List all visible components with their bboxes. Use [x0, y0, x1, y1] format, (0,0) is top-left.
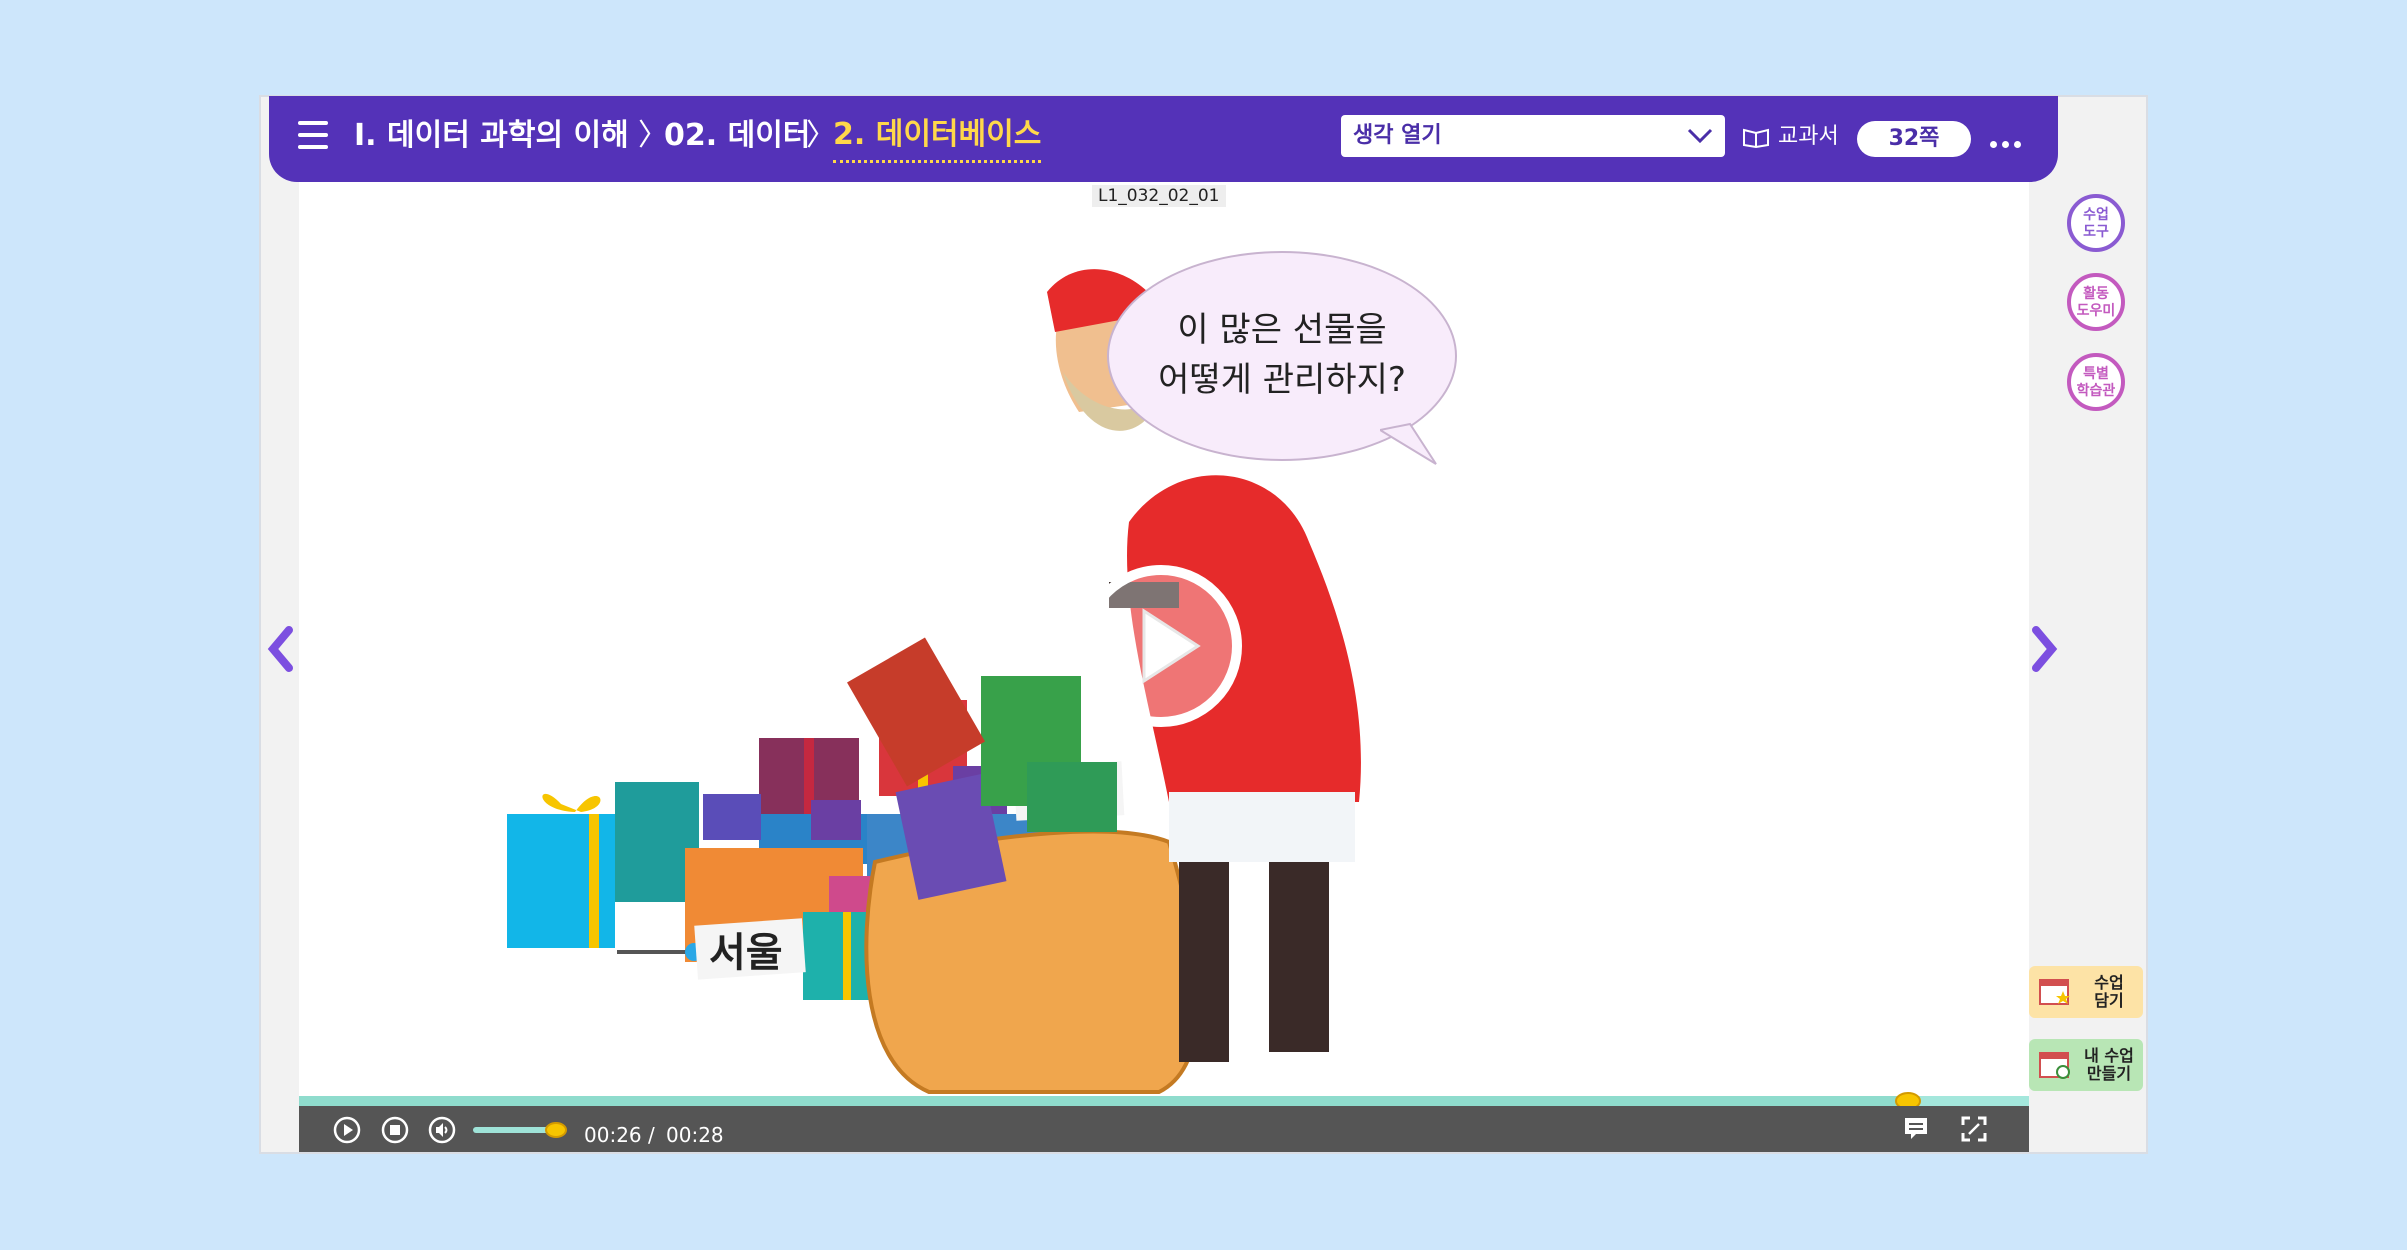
breadcrumb-item-current[interactable]: 2. 데이터베이스 [833, 116, 1042, 163]
class-tools-button[interactable]: 수업 도구 [2067, 194, 2125, 252]
chevron-down-icon [1687, 128, 1713, 144]
special-learning-label-2: 학습관 [2076, 383, 2116, 399]
save-lesson-label-2: 담기 [2094, 991, 2124, 1010]
calendar-add-icon [2039, 1052, 2070, 1079]
save-lesson-label-1: 수업 [2094, 973, 2124, 992]
video-progress-fill [299, 1096, 1908, 1106]
breadcrumb-item-chapter[interactable]: 02. 데이터 [664, 114, 810, 158]
play-video-icon[interactable] [1078, 563, 1244, 729]
textbook-button[interactable]: 교과서 [1742, 119, 1839, 155]
volume-handle-icon[interactable] [543, 1120, 569, 1140]
breadcrumb-item-unit[interactable]: Ⅰ. 데이터 과학의 이해 [354, 114, 629, 158]
total-time: 00:28 [666, 1123, 724, 1147]
save-lesson-button[interactable]: 수업 담기 [2029, 966, 2143, 1018]
page-number-button[interactable]: 32쪽 [1857, 121, 1971, 157]
time-separator: / [648, 1123, 655, 1147]
textbook-label: 교과서 [1778, 124, 1839, 149]
speech-bubble-tail [1380, 422, 1437, 465]
class-tools-label-2: 도구 [2083, 224, 2109, 240]
activity-helper-label-1: 활동 [2083, 286, 2109, 302]
book-icon [1743, 128, 1769, 149]
special-learning-label-1: 특별 [2083, 366, 2109, 382]
more-icon[interactable] [1990, 133, 2026, 152]
activity-select[interactable]: 생각 열기 [1341, 115, 1725, 157]
current-time: 00:26 [584, 1123, 642, 1147]
speech-line-2: 어떻게 관리하지? [1158, 360, 1406, 400]
caption-icon[interactable] [1902, 1115, 1930, 1143]
tag-seoul: 서울 [709, 930, 783, 976]
activity-helper-label-2: 도우미 [2076, 303, 2116, 319]
fullscreen-icon[interactable] [1960, 1115, 1988, 1143]
next-page-icon[interactable] [2030, 626, 2060, 672]
play-icon[interactable] [332, 1115, 362, 1145]
activity-helper-button[interactable]: 활동 도우미 [2067, 273, 2125, 331]
volume-slider[interactable] [473, 1127, 553, 1133]
make-lesson-label-2: 만들기 [2086, 1064, 2132, 1083]
menu-icon[interactable] [298, 121, 328, 149]
chevron-right-icon: 〉 [806, 118, 836, 153]
class-tools-label-1: 수업 [2083, 207, 2109, 223]
activity-select-value: 생각 열기 [1353, 123, 1442, 148]
prev-page-icon[interactable] [265, 626, 295, 672]
special-learning-button[interactable]: 특별 학습관 [2067, 353, 2125, 411]
volume-icon[interactable] [427, 1115, 457, 1145]
folder-star-icon [2039, 979, 2070, 1005]
make-lesson-label-1: 내 수업 [2084, 1046, 2134, 1065]
speech-line-1: 이 많은 선물을 [1177, 310, 1387, 350]
make-lesson-button[interactable]: 내 수업 만들기 [2029, 1039, 2143, 1091]
stop-icon[interactable] [380, 1115, 410, 1145]
